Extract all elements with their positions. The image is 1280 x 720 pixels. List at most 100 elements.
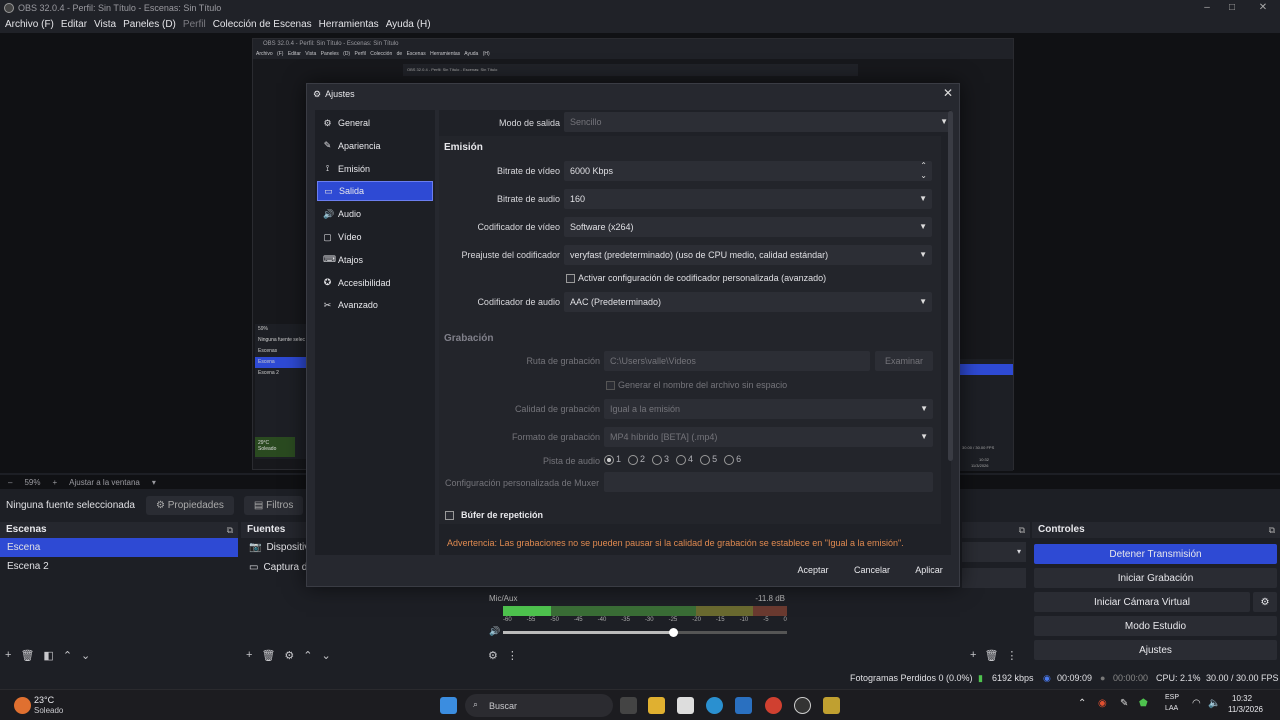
menu-archivo[interactable]: Archivo (F) <box>2 19 57 30</box>
menu-coleccion-escenas[interactable]: Colección de Escenas <box>210 19 315 30</box>
transition-select[interactable]: ▾ <box>962 542 1026 562</box>
close-icon[interactable]: ✕ <box>1246 0 1280 15</box>
clock-time[interactable]: 10:32 <box>1232 694 1252 703</box>
menu-paneles[interactable]: Paneles (D) <box>120 19 179 30</box>
browse-button[interactable]: Examinar <box>875 351 933 371</box>
add-icon[interactable]: + <box>5 649 11 661</box>
lang-secondary[interactable]: LAA <box>1165 705 1178 712</box>
custom-encoder-checkbox[interactable] <box>566 274 575 283</box>
audio-bitrate-select[interactable]: 160 ▼ <box>564 189 932 209</box>
nav-item-salida[interactable]: ▭ Salida <box>317 181 433 202</box>
scene-item[interactable]: Escena 2 <box>0 557 238 576</box>
gear-icon[interactable]: ⚙ <box>284 649 294 662</box>
edge-icon[interactable] <box>706 697 723 714</box>
trash-icon[interactable]: 🗑 <box>20 649 34 662</box>
more-icon[interactable]: ⋮ <box>1006 649 1017 662</box>
tray-chevron-icon[interactable]: ⌃ <box>1078 698 1086 709</box>
audio-track-radio[interactable]: 3 <box>652 454 669 465</box>
duration-field[interactable] <box>962 568 1026 588</box>
no-space-checkbox[interactable] <box>606 381 615 390</box>
rec-path-input[interactable]: C:\Users\valle\Videos <box>604 351 870 371</box>
audio-track-radio[interactable]: 6 <box>724 454 741 465</box>
lang-primary[interactable]: ESP <box>1165 694 1179 701</box>
nav-item-vídeo[interactable]: ▢ Vídeo <box>317 227 433 247</box>
undock-icon[interactable]: ⧉ <box>1019 522 1025 538</box>
speaker-icon[interactable]: 🔊 <box>489 626 500 637</box>
nav-item-apariencia[interactable]: ✎ Apariencia <box>317 136 433 156</box>
filter-icon[interactable]: ◧ <box>43 649 53 662</box>
output-mode-select[interactable]: Sencillo ▼ <box>564 112 953 132</box>
replay-buffer-checkbox[interactable] <box>445 511 454 520</box>
audio-track-radio[interactable]: 4 <box>676 454 693 465</box>
undock-icon[interactable]: ⧉ <box>1269 522 1275 538</box>
volume-icon[interactable]: 🔈 <box>1208 698 1220 709</box>
menu-editar[interactable]: Editar <box>58 19 90 30</box>
muxer-input[interactable] <box>604 472 933 492</box>
rec-quality-select[interactable]: Igual a la emisión ▼ <box>604 399 933 419</box>
trash-icon[interactable]: 🗑 <box>261 649 275 662</box>
menu-perfil[interactable]: Perfil <box>180 19 209 30</box>
properties-button[interactable]: ⚙ Propiedades <box>146 495 234 515</box>
menu-vista[interactable]: Vista <box>91 19 119 30</box>
app-icon[interactable] <box>823 697 840 714</box>
nav-item-emisión[interactable]: ⟟ Emisión <box>317 159 433 179</box>
audio-track-radio[interactable]: 2 <box>628 454 645 465</box>
wifi-icon[interactable]: ◠ <box>1192 698 1201 709</box>
up-icon[interactable]: ⌃ <box>63 649 72 662</box>
virtual-camera-button[interactable]: Iniciar Cámara Virtual <box>1034 592 1250 612</box>
zoom-out-icon[interactable]: – <box>8 478 12 487</box>
video-bitrate-input[interactable]: 6000 Kbps ⌃ ⌄ <box>564 161 932 181</box>
apply-button[interactable]: Aplicar <box>904 560 954 580</box>
obs-taskbar-icon[interactable] <box>794 697 811 714</box>
clock-date[interactable]: 11/3/2026 <box>1228 705 1263 714</box>
undock-icon[interactable]: ⧉ <box>227 522 233 538</box>
nav-item-accesibilidad[interactable]: ✪ Accesibilidad <box>317 273 433 293</box>
store-icon[interactable] <box>677 697 694 714</box>
spinner-icon[interactable]: ⌃ ⌄ <box>920 161 927 181</box>
filters-button[interactable]: ▤ Filtros <box>243 495 304 515</box>
chevron-down-icon[interactable]: ▾ <box>152 478 156 487</box>
start-recording-button[interactable]: Iniciar Grabación <box>1034 568 1277 588</box>
zoom-in-icon[interactable]: + <box>52 478 57 487</box>
accept-button[interactable]: Aceptar <box>785 560 841 580</box>
virtual-camera-settings-icon[interactable]: ⚙ <box>1253 592 1277 612</box>
audio-track-radio[interactable]: 1 <box>604 454 621 465</box>
tray-pen-icon[interactable]: ✎ <box>1120 698 1128 709</box>
more-icon[interactable]: ⋮ <box>507 649 518 662</box>
down-icon[interactable]: ⌄ <box>81 649 90 662</box>
close-icon[interactable]: ✕ <box>943 86 953 100</box>
menu-ayuda[interactable]: Ayuda (H) <box>383 19 434 30</box>
audio-track-radio[interactable]: 5 <box>700 454 717 465</box>
gear-icon[interactable]: ⚙ <box>488 649 498 662</box>
taskbar-search[interactable]: ⌕ Buscar <box>465 694 613 717</box>
chrome-icon[interactable] <box>765 697 782 714</box>
studio-mode-button[interactable]: Modo Estudio <box>1034 616 1277 636</box>
scrollbar[interactable] <box>948 111 953 461</box>
up-icon[interactable]: ⌃ <box>303 649 312 662</box>
weather-icon[interactable] <box>14 697 31 714</box>
down-icon[interactable]: ⌄ <box>322 649 331 662</box>
add-icon[interactable]: + <box>246 649 252 661</box>
windows-start-icon[interactable] <box>440 697 457 714</box>
nav-item-atajos[interactable]: ⌨ Atajos <box>317 250 433 270</box>
task-view-icon[interactable] <box>620 697 637 714</box>
cancel-button[interactable]: Cancelar <box>843 560 901 580</box>
tray-shield-icon[interactable]: ⬟ <box>1139 698 1148 709</box>
audio-encoder-select[interactable]: AAC (Predeterminado) ▼ <box>564 292 932 312</box>
settings-button[interactable]: Ajustes <box>1034 640 1277 660</box>
scene-item[interactable]: Escena <box>0 538 238 557</box>
fit-select[interactable]: Ajustar a la ventana <box>69 478 140 487</box>
tray-app-icon[interactable]: ◉ <box>1098 698 1107 709</box>
rec-format-select[interactable]: MP4 híbrido [BETA] (.mp4) ▼ <box>604 427 933 447</box>
preset-select[interactable]: veryfast (predeterminado) (uso de CPU me… <box>564 245 932 265</box>
volume-knob[interactable] <box>669 628 679 637</box>
volume-slider[interactable] <box>503 628 787 637</box>
nav-item-general[interactable]: ⚙ General <box>317 113 433 133</box>
video-encoder-select[interactable]: Software (x264) ▼ <box>564 217 932 237</box>
menu-herramientas[interactable]: Herramientas <box>316 19 382 30</box>
add-icon[interactable]: + <box>970 649 976 661</box>
trash-icon[interactable]: 🗑 <box>984 649 998 662</box>
file-explorer-icon[interactable] <box>648 697 665 714</box>
nav-item-audio[interactable]: 🔊 Audio <box>317 204 433 224</box>
mail-icon[interactable] <box>735 697 752 714</box>
